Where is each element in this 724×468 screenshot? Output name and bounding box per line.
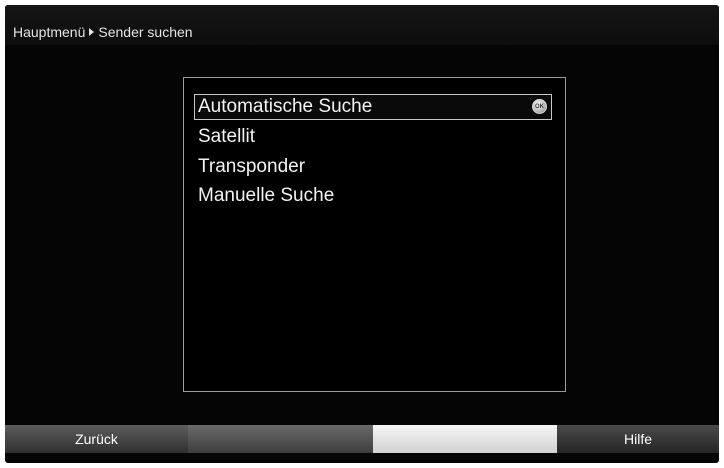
ok-button-icon: OK	[532, 99, 547, 114]
menu-item-label: Manuelle Suche	[198, 185, 335, 206]
menu-item-automatic-search[interactable]: Automatische Suche OK	[194, 94, 552, 120]
menu-item-satellite[interactable]: Satellit	[194, 124, 552, 150]
help-button[interactable]: Hilfe	[557, 425, 719, 453]
menu-item-manual-search[interactable]: Manuelle Suche	[194, 183, 552, 209]
color-key-3[interactable]	[373, 425, 557, 453]
menu-item-label: Automatische Suche	[198, 96, 373, 117]
breadcrumb-arrow-icon	[89, 28, 95, 36]
breadcrumb-current: Sender suchen	[98, 24, 193, 40]
color-key-2[interactable]	[188, 425, 373, 453]
tv-screen: Hauptmenü Sender suchen Automatische Suc…	[5, 5, 719, 463]
search-menu-panel: Automatische Suche OK Satellit Transpond…	[183, 77, 566, 392]
back-label: Zurück	[75, 431, 118, 447]
menu-item-label: Satellit	[198, 126, 256, 147]
header-bar: Hauptmenü Sender suchen	[5, 5, 719, 45]
footer-color-bar: Zurück Hilfe	[5, 425, 719, 453]
breadcrumb: Hauptmenü Sender suchen	[13, 22, 193, 42]
menu-item-label: Transponder	[198, 156, 306, 177]
breadcrumb-root[interactable]: Hauptmenü	[13, 24, 85, 40]
back-button[interactable]: Zurück	[5, 425, 188, 453]
menu-item-transponder[interactable]: Transponder	[194, 154, 552, 180]
help-label: Hilfe	[623, 431, 652, 447]
